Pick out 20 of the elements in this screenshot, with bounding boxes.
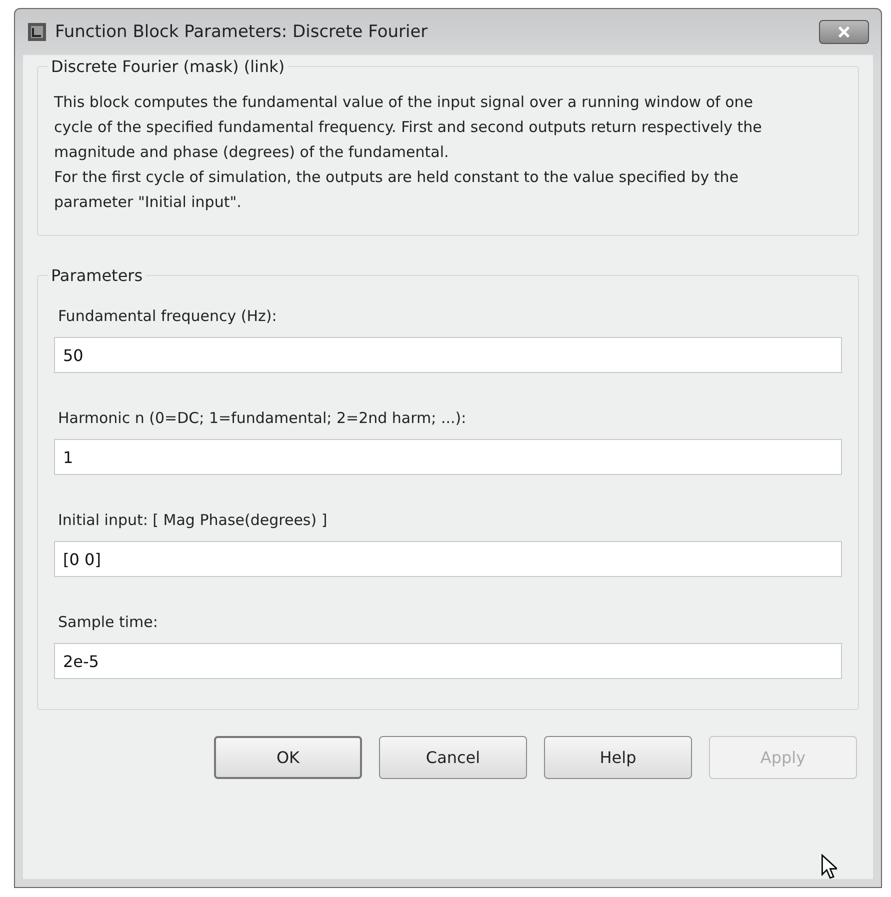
field-label: Sample time: (58, 613, 159, 631)
group-title: Parameters (50, 266, 144, 285)
input-field[interactable]: 2e-5 (54, 643, 842, 679)
dialog-button[interactable]: Cancel (379, 736, 527, 779)
input-field[interactable]: 1 (54, 439, 842, 475)
field-label: Fundamental frequency (Hz): (58, 307, 278, 325)
description-text: For the first cycle of simulation, the outputs are held constant to the value specified by the parameter "Initial input". (54, 167, 740, 213)
field-label: Initial input: [ Mag Phase(degrees) ] (58, 511, 328, 529)
input-field[interactable]: 50 (54, 337, 842, 373)
window-title: Function Block Parameters: Discrete Fourier (55, 22, 429, 42)
dialog-button[interactable]: Help (544, 736, 692, 779)
dialog-button[interactable]: OK (214, 736, 362, 779)
block-icon (27, 22, 47, 42)
group-title: Discrete Fourier (mask) (link) (50, 57, 286, 76)
cursor-icon (821, 854, 837, 879)
input-field[interactable]: [0 0] (54, 541, 842, 577)
field-label: Harmonic n (0=DC; 1=fundamental; 2=2nd harm; ...): (58, 409, 468, 427)
close-icon (837, 26, 851, 38)
close-button[interactable] (819, 20, 869, 44)
description-text: This block computes the fundamental value of the input signal over a running window of one cycle of the specified fundamental frequency. First and second outputs return respectively the magnitude and phase (degrees) of the fundamental. (54, 92, 763, 163)
